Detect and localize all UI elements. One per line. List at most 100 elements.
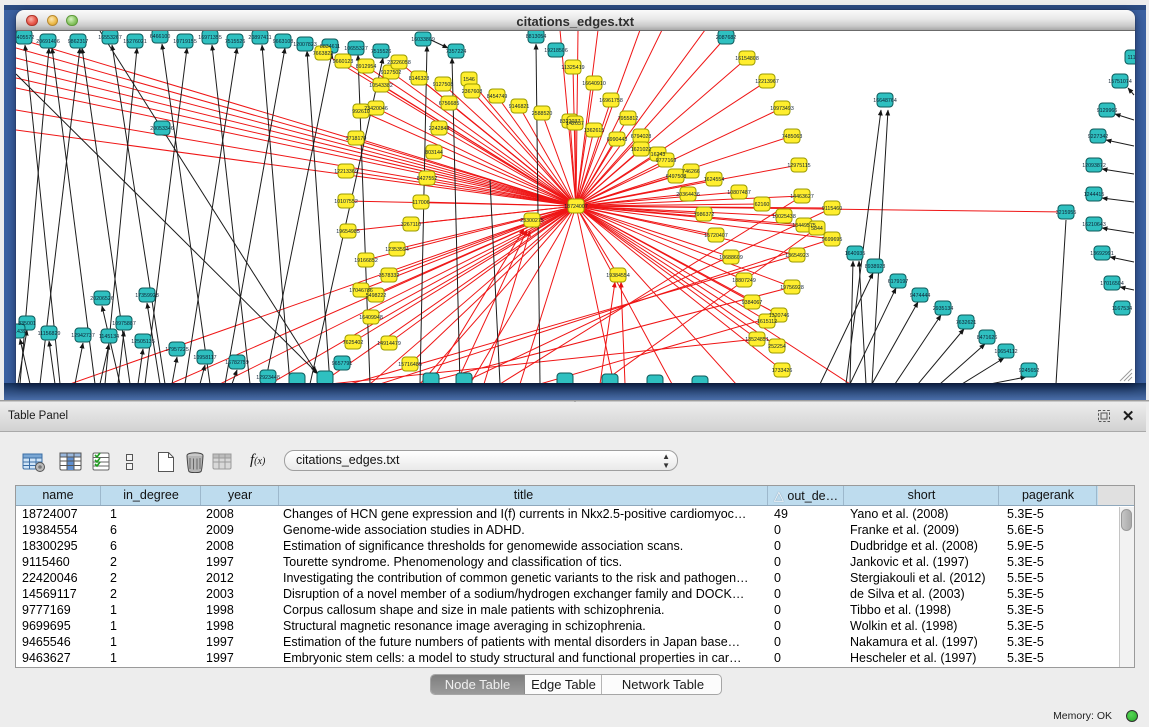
svg-text:1112: 1112 [1128, 55, 1135, 61]
svg-text:8834611: 8834611 [320, 44, 340, 50]
svg-text:8146328: 8146328 [409, 76, 430, 82]
svg-text:15276021: 15276021 [123, 39, 147, 45]
svg-text:16961758: 16961758 [599, 98, 623, 104]
svg-text:10107552: 10107552 [334, 199, 358, 205]
svg-text:19384554: 19384554 [606, 273, 630, 279]
svg-text:23300275: 23300275 [520, 218, 544, 224]
svg-text:16553267: 16553267 [98, 35, 122, 41]
svg-text:1167534: 1167534 [1112, 306, 1132, 312]
svg-text:117006: 117006 [412, 200, 429, 206]
svg-text:8427552: 8427552 [417, 176, 438, 182]
svg-text:9127508: 9127508 [433, 82, 454, 88]
svg-text:803144: 803144 [425, 150, 443, 156]
svg-text:19218506: 19218506 [544, 48, 568, 54]
svg-text:10958117: 10958117 [193, 355, 216, 361]
svg-text:9245652: 9245652 [1019, 368, 1040, 374]
svg-text:17957225: 17957225 [165, 347, 189, 353]
svg-text:9663108: 9663108 [273, 39, 294, 45]
svg-text:15720407: 15720407 [704, 233, 728, 239]
svg-text:1640935: 1640935 [845, 251, 866, 257]
svg-text:7515526: 7515526 [371, 49, 392, 55]
svg-text:10975887: 10975887 [112, 321, 136, 327]
svg-text:12093872: 12093872 [1082, 163, 1106, 169]
svg-text:10543382: 10543382 [369, 83, 393, 89]
svg-text:14914479: 14914479 [377, 341, 401, 347]
svg-text:11325419: 11325419 [561, 65, 584, 71]
svg-text:12353594: 12353594 [385, 247, 409, 253]
svg-text:7357224: 7357224 [446, 49, 467, 55]
svg-text:9657791: 9657791 [332, 361, 353, 367]
svg-text:12942737: 12942737 [71, 333, 95, 339]
svg-text:17359928: 17359928 [135, 293, 159, 299]
svg-text:1145134: 1145134 [99, 334, 119, 340]
svg-text:12975115: 12975115 [787, 163, 810, 169]
svg-text:7986372: 7986372 [694, 212, 715, 218]
svg-text:19756928: 19756928 [780, 285, 804, 291]
svg-text:11156829: 11156829 [38, 331, 61, 337]
svg-text:8938923: 8938923 [865, 264, 886, 270]
svg-text:2242848: 2242848 [429, 126, 450, 132]
svg-text:7955812: 7955812 [618, 116, 639, 122]
svg-text:6990443: 6990443 [607, 137, 628, 143]
svg-text:142037: 142037 [566, 121, 584, 127]
svg-text:17016504: 17016504 [1100, 281, 1124, 287]
svg-text:10973493: 10973493 [770, 106, 794, 112]
svg-text:16210643: 16210643 [1082, 222, 1106, 228]
svg-text:9862317: 9862317 [68, 39, 89, 45]
svg-text:16409948: 16409948 [359, 315, 383, 321]
svg-text:1405572: 1405572 [16, 35, 34, 41]
svg-text:1621022: 1621022 [631, 147, 652, 153]
svg-text:5844: 5844 [811, 226, 823, 232]
svg-text:7625402: 7625402 [343, 340, 364, 346]
svg-text:8454749: 8454749 [487, 94, 508, 100]
svg-text:14463627: 14463627 [790, 194, 814, 200]
svg-text:20364436: 20364436 [676, 192, 700, 198]
svg-text:6179197: 6179197 [888, 279, 909, 285]
svg-text:5498222: 5498222 [366, 293, 387, 299]
svg-text:992610: 992610 [352, 109, 370, 115]
svg-text:10025438: 10025438 [772, 214, 796, 220]
svg-text:7515526: 7515526 [225, 39, 246, 45]
svg-text:19166852: 19166852 [354, 258, 378, 264]
svg-text:3267110: 3267110 [401, 222, 421, 228]
svg-text:20206526: 20206526 [90, 296, 114, 302]
svg-text:9127502: 9127502 [381, 70, 402, 76]
svg-text:8813054: 8813054 [526, 34, 547, 40]
svg-text:10688609: 10688609 [719, 255, 743, 261]
svg-text:18807249: 18807249 [732, 278, 756, 284]
svg-text:12213369: 12213369 [334, 169, 358, 175]
svg-text:2087682: 2087682 [716, 35, 737, 41]
svg-text:746266: 746266 [682, 169, 700, 175]
svg-text:12007823: 12007823 [293, 42, 317, 48]
svg-text:252254: 252254 [768, 344, 786, 350]
svg-text:9129966: 9129966 [1097, 108, 1118, 114]
svg-text:6756685: 6756685 [439, 101, 460, 107]
svg-text:9474444: 9474444 [910, 293, 931, 299]
svg-text:20897411: 20897411 [248, 35, 271, 41]
svg-text:6794028: 6794028 [631, 134, 652, 140]
svg-text:2588520: 2588520 [532, 111, 553, 117]
svg-text:23226058: 23226058 [387, 60, 411, 66]
svg-text:9115460: 9115460 [822, 206, 842, 212]
svg-text:2367608: 2367608 [462, 89, 483, 95]
svg-text:3578332: 3578332 [379, 273, 400, 279]
svg-text:12923448: 12923448 [256, 375, 280, 381]
svg-text:1615112: 1615112 [757, 319, 777, 325]
svg-text:20053346: 20053346 [150, 126, 174, 132]
svg-text:1733426: 1733426 [772, 368, 793, 374]
svg-text:20691406: 20691406 [36, 39, 60, 45]
svg-text:2935134: 2935134 [933, 306, 954, 312]
svg-text:8471626: 8471626 [977, 335, 998, 341]
svg-text:19654985: 19654985 [336, 229, 360, 235]
svg-text:6466100: 6466100 [150, 34, 171, 40]
svg-text:9227342: 9227342 [1088, 134, 1109, 140]
svg-text:2718170: 2718170 [346, 136, 367, 142]
svg-text:62160: 62160 [755, 202, 770, 208]
svg-text:16640910: 16640910 [582, 81, 606, 87]
svg-text:12213967: 12213967 [755, 79, 779, 85]
svg-text:3215955: 3215955 [1056, 210, 1077, 216]
svg-text:13692991: 13692991 [1090, 251, 1114, 257]
svg-text:16971355: 16971355 [198, 35, 222, 41]
svg-text:991439: 991439 [16, 329, 26, 335]
svg-text:12505135: 12505135 [131, 339, 155, 345]
